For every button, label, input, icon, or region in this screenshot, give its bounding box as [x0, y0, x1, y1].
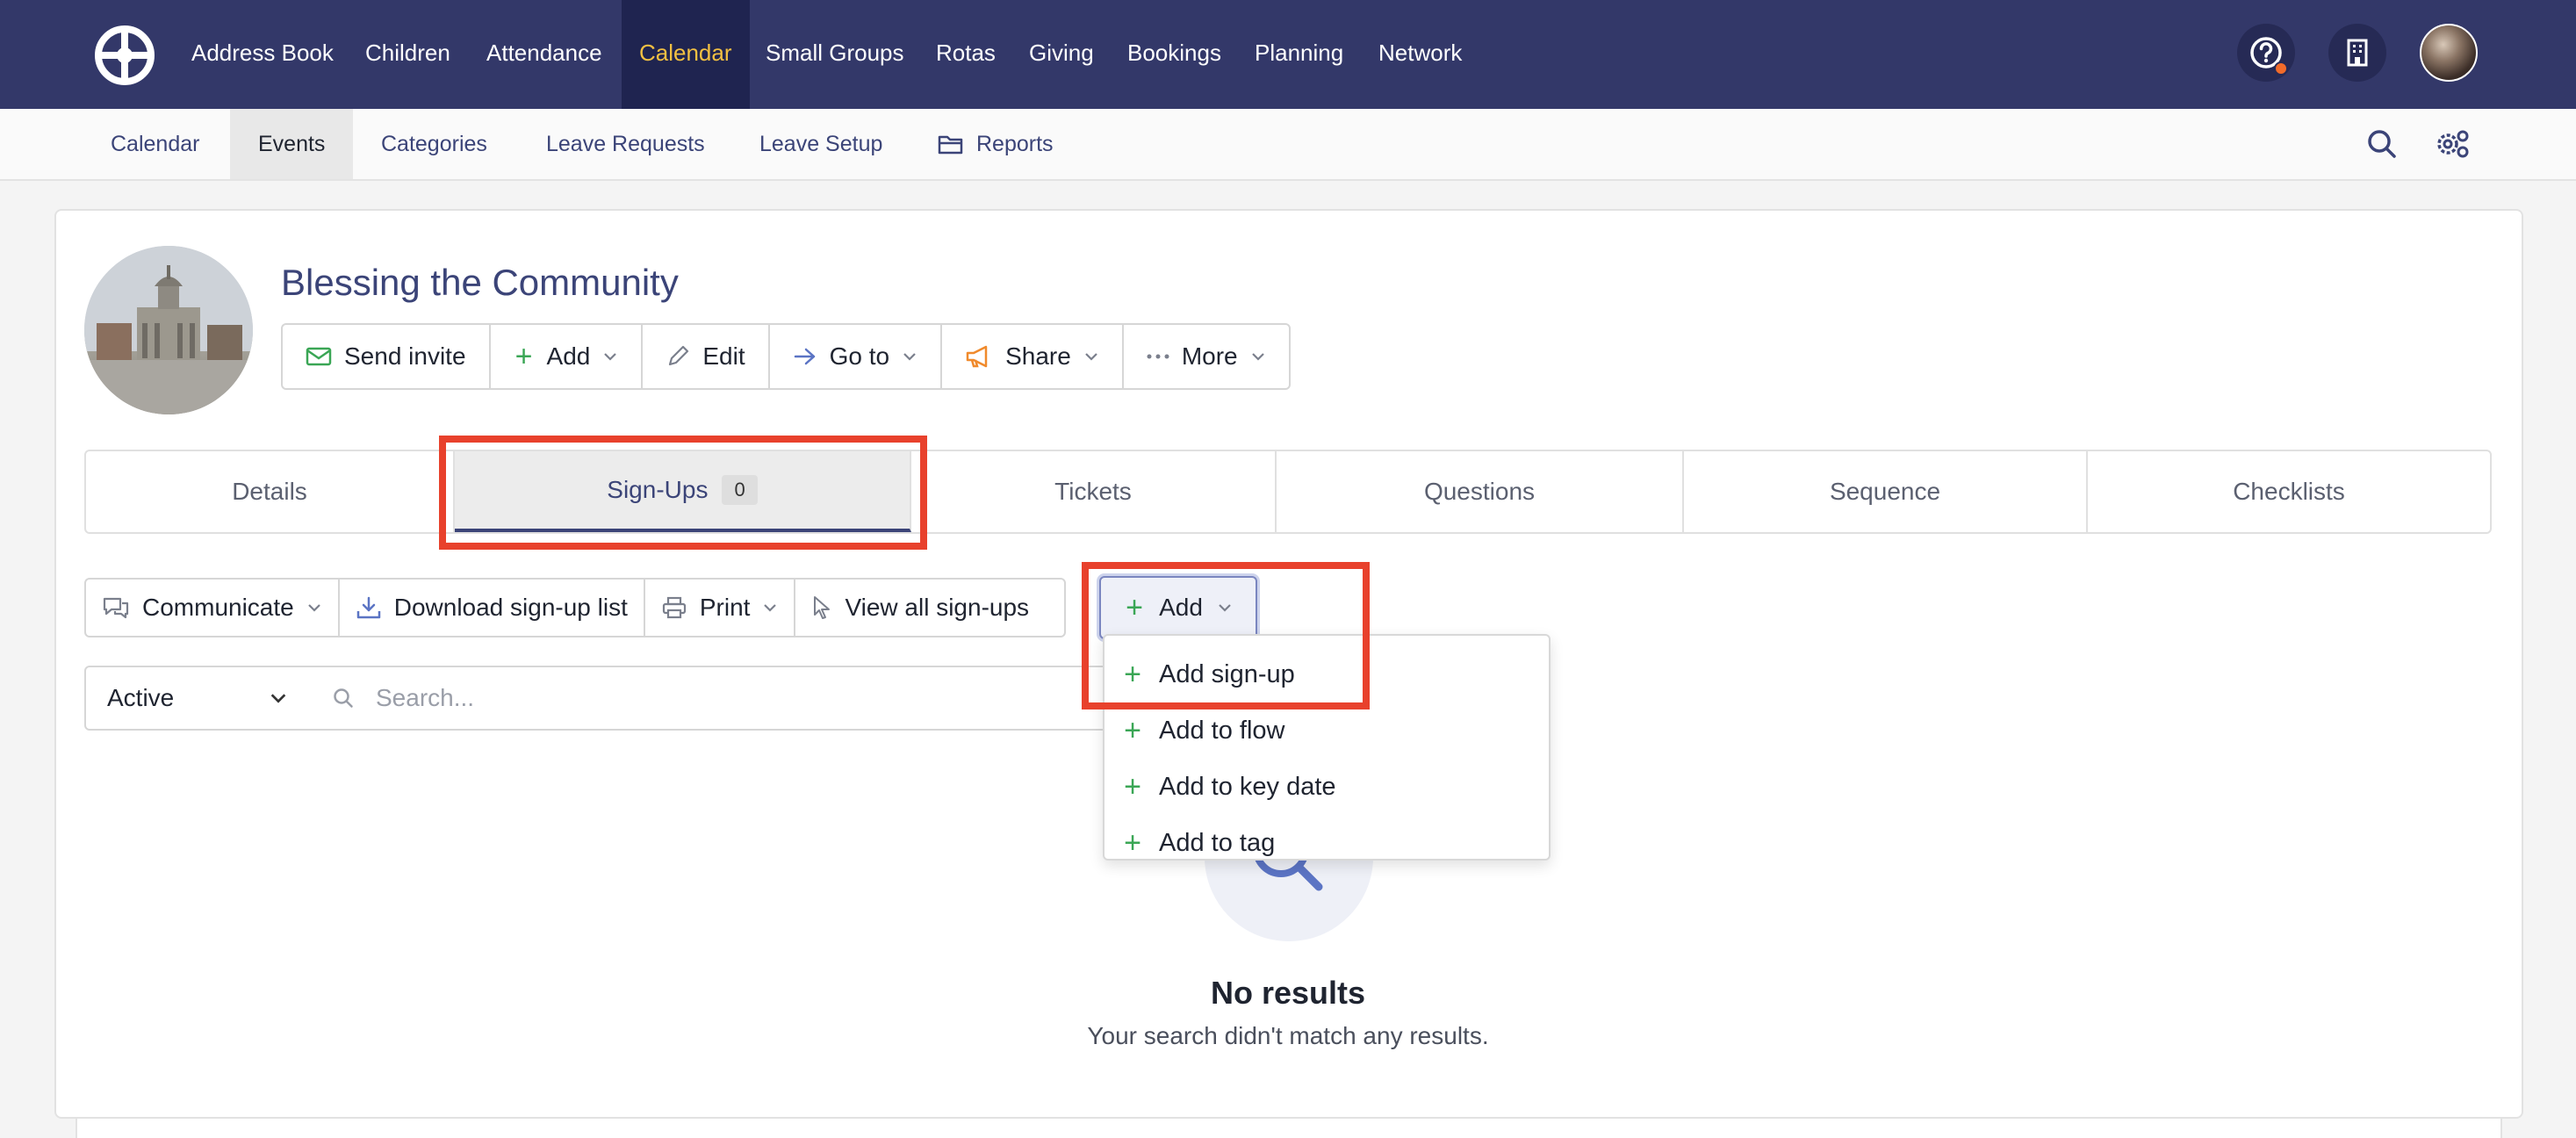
status-select-value: Active — [107, 684, 175, 711]
app-logo-icon[interactable] — [95, 25, 155, 85]
search-button[interactable] — [2362, 124, 2402, 164]
chevron-down-icon — [1251, 353, 1264, 361]
chat-icon — [103, 597, 129, 619]
no-results-title: No results — [1210, 975, 1366, 1011]
share-button[interactable]: Share — [942, 325, 1124, 388]
sub-navigation: Calendar Events Categories Leave Request… — [0, 109, 2576, 181]
no-results-subtitle: Your search didn't match any results. — [1087, 1022, 1489, 1049]
share-label: Share — [1005, 342, 1071, 370]
notification-dot — [2274, 61, 2288, 76]
subnav-calendar[interactable]: Calendar — [83, 109, 227, 179]
tab-details[interactable]: Details — [86, 451, 455, 532]
send-invite-button[interactable]: Send invite — [283, 325, 491, 388]
view-all-label: View all sign-ups — [845, 594, 1030, 621]
menu-item-add-to-key-date[interactable]: + Add to key date — [1105, 759, 1549, 815]
folder-icon — [938, 135, 963, 155]
subnav-leave-requests[interactable]: Leave Requests — [518, 109, 733, 179]
envelope-icon — [306, 347, 332, 366]
tab-tickets[interactable]: Tickets — [911, 451, 1277, 532]
event-toolbar: Send invite + Add Edit Go to Share More — [281, 323, 1291, 390]
megaphone-icon — [966, 345, 988, 368]
nav-planning[interactable]: Planning — [1237, 0, 1361, 109]
highlight-add-sign-up — [1082, 562, 1370, 709]
subnav-reports[interactable]: Reports — [910, 109, 1082, 179]
tab-questions[interactable]: Questions — [1277, 451, 1684, 532]
nav-giving[interactable]: Giving — [1011, 0, 1112, 109]
top-navigation: Address Book Children Attendance Calenda… — [0, 0, 2576, 109]
sign-ups-toolbar: Communicate Download sign-up list Print … — [84, 578, 1067, 637]
nav-small-groups[interactable]: Small Groups — [748, 0, 922, 109]
nav-network[interactable]: Network — [1361, 0, 1479, 109]
add-label: Add — [546, 342, 591, 370]
status-select[interactable]: Active — [84, 666, 311, 731]
download-label: Download sign-up list — [393, 594, 628, 621]
nav-attendance[interactable]: Attendance — [469, 0, 620, 109]
chevron-down-icon — [604, 353, 617, 361]
add-menu-button[interactable]: + Add — [491, 325, 644, 388]
organisation-button[interactable] — [2328, 24, 2386, 82]
nav-calendar[interactable]: Calendar — [622, 0, 750, 109]
send-invite-label: Send invite — [344, 342, 466, 370]
more-label: More — [1181, 342, 1238, 370]
tab-sequence[interactable]: Sequence — [1684, 451, 2088, 532]
event-title: Blessing the Community — [281, 262, 679, 303]
edit-button[interactable]: Edit — [643, 325, 770, 388]
communicate-button[interactable]: Communicate — [86, 580, 340, 636]
download-sign-up-list-button[interactable]: Download sign-up list — [340, 580, 645, 636]
plus-icon: + — [514, 340, 533, 373]
chevron-down-icon — [270, 694, 286, 703]
go-to-label: Go to — [829, 342, 890, 370]
nav-children[interactable]: Children — [348, 0, 468, 109]
highlight-sign-ups-tab — [439, 436, 927, 550]
pencil-icon — [669, 345, 689, 366]
plus-icon: + — [1124, 770, 1141, 803]
arrow-right-icon — [794, 348, 815, 365]
edit-label: Edit — [702, 342, 745, 370]
menu-item-label: Add to key date — [1159, 772, 1336, 801]
menu-item-add-to-tag[interactable]: + Add to tag — [1105, 815, 1549, 871]
search-icon — [2368, 130, 2396, 158]
building-icon — [2347, 39, 2368, 67]
settings-icon — [2437, 130, 2469, 158]
print-button[interactable]: Print — [645, 580, 796, 636]
plus-icon: + — [1124, 714, 1141, 747]
chevron-down-icon — [1085, 353, 1097, 361]
search-field — [309, 666, 1126, 731]
event-photo — [84, 246, 253, 414]
printer-icon — [662, 596, 686, 619]
search-input[interactable] — [376, 684, 1078, 712]
download-icon — [356, 596, 380, 619]
print-label: Print — [699, 594, 751, 621]
menu-item-add-to-flow[interactable]: + Add to flow — [1105, 702, 1549, 759]
go-to-button[interactable]: Go to — [770, 325, 943, 388]
settings-button[interactable] — [2432, 124, 2472, 164]
plus-icon: + — [1124, 826, 1141, 860]
subnav-categories[interactable]: Categories — [353, 109, 515, 179]
subnav-leave-setup[interactable]: Leave Setup — [731, 109, 910, 179]
nav-rotas[interactable]: Rotas — [918, 0, 1013, 109]
search-icon — [334, 688, 353, 708]
more-button[interactable]: More — [1124, 325, 1289, 388]
menu-item-label: Add to tag — [1159, 828, 1276, 857]
subnav-events[interactable]: Events — [230, 109, 354, 179]
subnav-reports-label: Reports — [976, 132, 1054, 156]
nav-address-book[interactable]: Address Book — [174, 0, 351, 109]
cursor-icon — [814, 596, 831, 619]
menu-item-label: Add to flow — [1159, 716, 1285, 745]
communicate-label: Communicate — [142, 594, 294, 621]
ellipsis-icon — [1147, 354, 1169, 359]
chevron-down-icon — [764, 604, 777, 612]
nav-bookings[interactable]: Bookings — [1110, 0, 1239, 109]
view-all-sign-ups-button[interactable]: View all sign-ups — [795, 580, 1064, 636]
chevron-down-icon — [903, 353, 916, 361]
user-avatar[interactable] — [2420, 24, 2478, 82]
card-bottom-edge — [76, 1119, 2502, 1138]
chevron-down-icon — [307, 604, 320, 612]
tab-checklists[interactable]: Checklists — [2088, 451, 2490, 532]
